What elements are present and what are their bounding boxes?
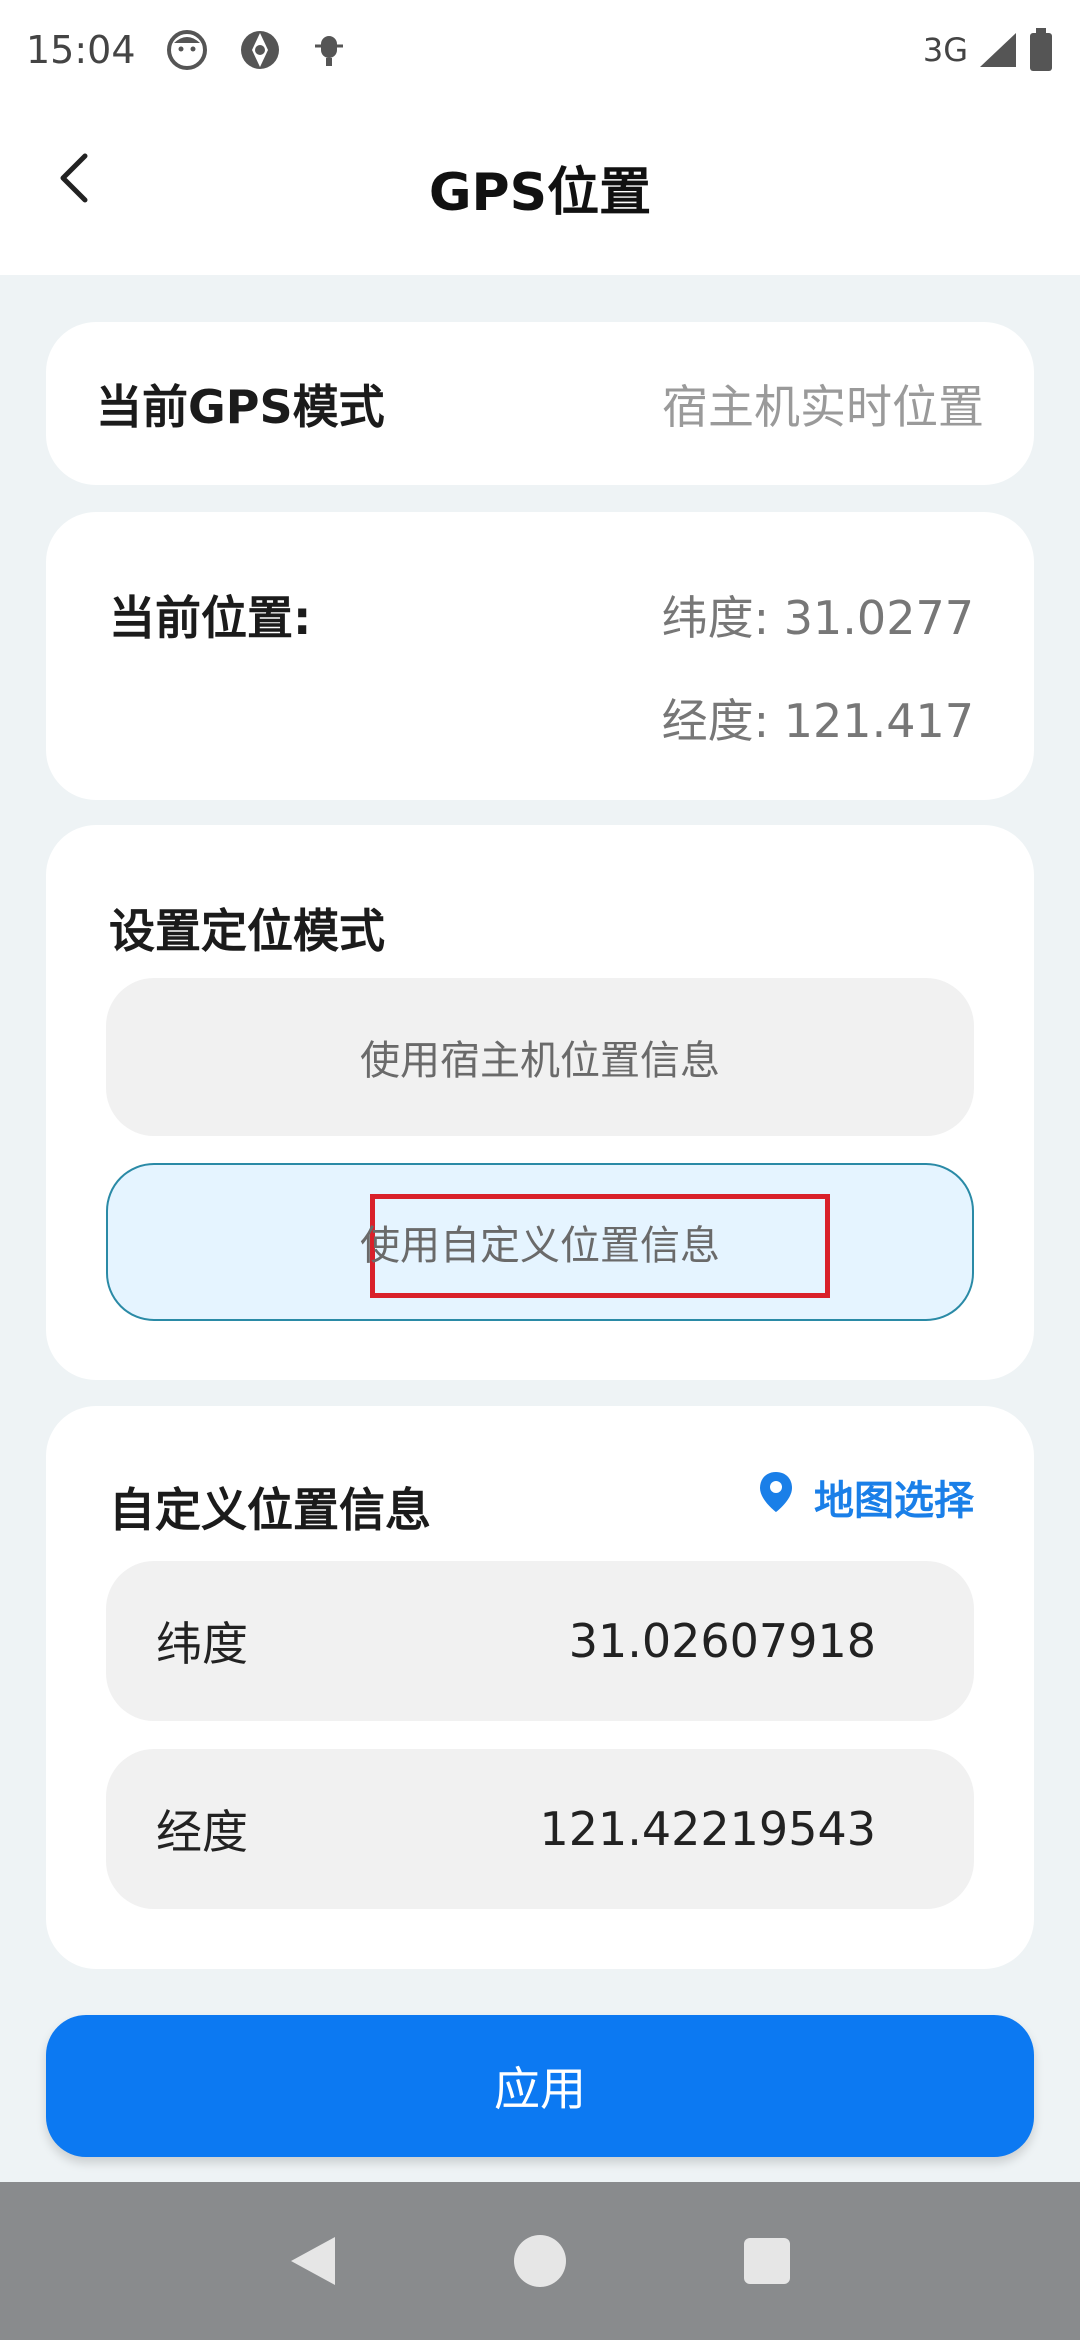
back-button[interactable] [40, 145, 110, 215]
face-icon [166, 29, 208, 71]
current-location-card: 当前位置: 纬度: 31.0277 经度: 121.417 [46, 512, 1034, 800]
current-longitude: 经度: 121.417 [661, 694, 974, 748]
location-pin-icon [758, 1470, 794, 1524]
use-host-location-label: 使用宿主机位置信息 [360, 1038, 720, 1084]
aperture-icon [238, 28, 282, 72]
back-triangle-icon[interactable] [273, 2221, 353, 2301]
page-title: GPS位置 [428, 163, 652, 223]
battery-icon [1028, 28, 1054, 72]
longitude-value[interactable]: 121.42219543 [539, 1802, 876, 1856]
network-type: 3G [922, 31, 968, 69]
current-latitude: 纬度: 31.0277 [661, 591, 974, 645]
status-bar: 15:04 3G [0, 0, 1080, 100]
set-mode-card: 设置定位模式 使用宿主机位置信息 使用自定义位置信息 [46, 825, 1034, 1380]
gps-mode-card: 当前GPS模式 宿主机实时位置 [46, 322, 1034, 485]
chevron-left-icon [55, 152, 95, 208]
status-time: 15:04 [26, 28, 136, 72]
latitude-label: 纬度 [156, 1617, 248, 1671]
gps-mode-value: 宿主机实时位置 [662, 379, 984, 434]
signal-icon [978, 31, 1018, 69]
custom-location-card: 自定义位置信息 地图选择 纬度 31.02607918 经度 121.42219… [46, 1406, 1034, 1969]
status-left: 15:04 [26, 28, 346, 72]
latitude-field[interactable]: 纬度 31.02607918 [106, 1561, 974, 1721]
latitude-value[interactable]: 31.02607918 [569, 1614, 876, 1668]
bug-icon [312, 30, 346, 70]
gps-mode-label: 当前GPS模式 [96, 379, 385, 434]
apply-button[interactable]: 应用 [46, 2015, 1034, 2157]
recents-square-icon[interactable] [727, 2221, 807, 2301]
navigation-bar [0, 2182, 1080, 2340]
use-custom-location-button[interactable]: 使用自定义位置信息 [106, 1163, 974, 1321]
custom-location-title: 自定义位置信息 [109, 1483, 431, 1537]
use-host-location-button[interactable]: 使用宿主机位置信息 [106, 978, 974, 1136]
map-select-button[interactable]: 地图选择 [758, 1468, 974, 1526]
current-location-label: 当前位置: [109, 591, 312, 645]
home-circle-icon[interactable] [500, 2221, 580, 2301]
longitude-label: 经度 [156, 1805, 248, 1859]
map-select-label: 地图选择 [814, 1478, 974, 1524]
screen: 15:04 3G GPS位置 当前GPS模式 宿主机实时位置 当前位置: 纬度:… [0, 0, 1080, 2340]
app-bar: GPS位置 [0, 100, 1080, 275]
status-right: 3G [923, 28, 1054, 72]
longitude-field[interactable]: 经度 121.42219543 [106, 1749, 974, 1909]
set-mode-title: 设置定位模式 [109, 904, 385, 958]
use-custom-location-label: 使用自定义位置信息 [360, 1223, 720, 1269]
